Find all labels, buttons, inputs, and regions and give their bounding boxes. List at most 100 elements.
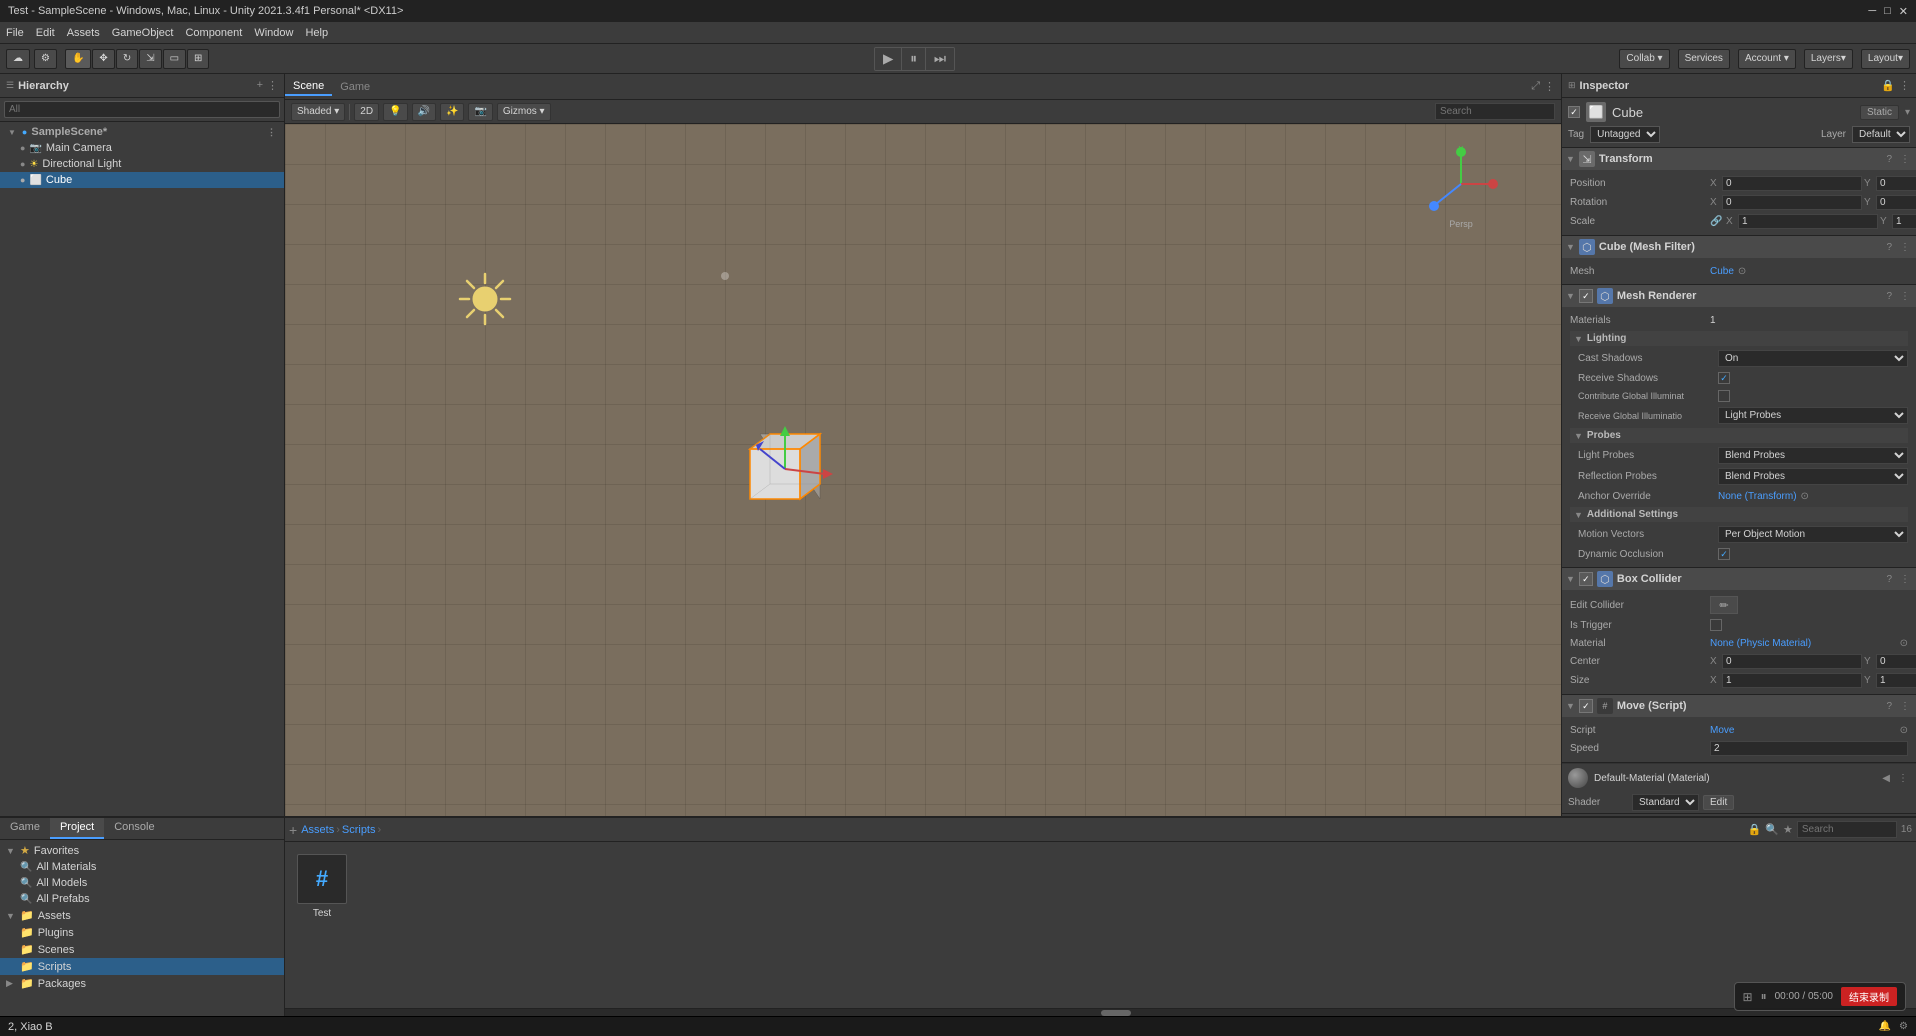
probes-subsection-header[interactable]: ▼ Probes	[1570, 428, 1908, 443]
hierarchy-add-icon[interactable]: +	[257, 79, 263, 92]
menu-gameobject[interactable]: GameObject	[112, 27, 174, 39]
receive-shadows-checkbox[interactable]: ✓	[1718, 372, 1730, 384]
menu-component[interactable]: Component	[185, 27, 242, 39]
menu-window[interactable]: Window	[254, 27, 293, 39]
rot-y-input[interactable]	[1876, 195, 1916, 210]
mesh-renderer-enable-checkbox[interactable]: ✓	[1579, 289, 1593, 303]
center-x-input[interactable]	[1722, 654, 1862, 669]
scale-y-input[interactable]	[1892, 214, 1916, 229]
game-tab-bottom[interactable]: Game	[0, 818, 50, 839]
packages-item[interactable]: ▶ 📁 Packages	[0, 975, 284, 992]
account-btn[interactable]: ☁	[6, 49, 30, 69]
pos-x-input[interactable]	[1722, 176, 1862, 191]
collab-btn[interactable]: Collab ▾	[1619, 49, 1669, 69]
object-active-checkbox[interactable]: ✓	[1568, 106, 1580, 118]
breadcrumb-scripts[interactable]: Scripts	[342, 824, 376, 836]
mesh-renderer-header[interactable]: ▼ ✓ ⬡ Mesh Renderer ? ⋮	[1562, 285, 1916, 307]
all-models-item[interactable]: 🔍 All Models	[0, 875, 284, 891]
scene-maximize-icon[interactable]: ⤢	[1531, 80, 1540, 93]
lighting-btn[interactable]: 💡	[383, 103, 407, 121]
add-asset-btn[interactable]: +	[289, 822, 297, 838]
console-tab-bottom[interactable]: Console	[104, 818, 164, 839]
hierarchy-search-input[interactable]	[4, 101, 280, 118]
account-dropdown[interactable]: Account ▾	[1738, 49, 1796, 69]
asset-scrollbar[interactable]	[285, 1008, 1916, 1016]
transform-tool[interactable]: ⊞	[187, 49, 209, 69]
play-button[interactable]: ▶	[875, 48, 902, 70]
material-expand-icon[interactable]: ◀	[1882, 773, 1890, 784]
menu-file[interactable]: File	[6, 27, 24, 39]
box-collider-options-btn[interactable]: ⋮	[1898, 573, 1912, 586]
plugins-item[interactable]: 📁 Plugins	[0, 924, 284, 941]
move-script-enable-checkbox[interactable]: ✓	[1579, 699, 1593, 713]
reflection-probes-select[interactable]: Blend Probes	[1718, 468, 1908, 485]
project-tab-bottom[interactable]: Project	[50, 818, 104, 839]
hierarchy-item-directional-light[interactable]: ● ☀ Directional Light	[0, 156, 284, 172]
move-script-info-btn[interactable]: ?	[1884, 700, 1894, 713]
move-script-options-btn[interactable]: ⋮	[1898, 700, 1912, 713]
mesh-renderer-options-btn[interactable]: ⋮	[1898, 290, 1912, 303]
script-select-icon[interactable]: ⊙	[1900, 725, 1908, 736]
mesh-filter-info-btn[interactable]: ?	[1884, 241, 1894, 254]
scripts-item[interactable]: 📁 Scripts	[0, 958, 284, 975]
gizmos-btn[interactable]: Gizmos ▾	[497, 103, 551, 121]
contrib-gi-checkbox[interactable]	[1718, 390, 1730, 402]
notification-icon[interactable]: 🔔	[1879, 1021, 1891, 1032]
draw-mode-btn[interactable]: Shaded ▾	[291, 103, 345, 121]
mesh-renderer-info-btn[interactable]: ?	[1884, 290, 1894, 303]
rot-x-input[interactable]	[1722, 195, 1862, 210]
minimize-btn[interactable]: ─	[1868, 5, 1876, 18]
lock-icon[interactable]: 🔒	[1748, 823, 1762, 836]
receive-gi-select[interactable]: Light Probes	[1718, 407, 1908, 424]
settings-icon-status[interactable]: ⚙	[1899, 1021, 1908, 1032]
box-collider-info-btn[interactable]: ?	[1884, 573, 1894, 586]
pause-button[interactable]: ⏸	[902, 48, 926, 70]
scene-gizmo[interactable]: Y X Z Persp	[1421, 144, 1501, 224]
mesh-filter-options-btn[interactable]: ⋮	[1898, 241, 1912, 254]
hierarchy-item-samplescene[interactable]: ▼ ● SampleScene* ⋮	[0, 124, 284, 140]
hierarchy-item-main-camera[interactable]: ● 📷 Main Camera	[0, 140, 284, 156]
star-icon-asset[interactable]: ★	[1783, 823, 1793, 836]
scene-view[interactable]: Y X Z Persp	[285, 124, 1561, 816]
layers-dropdown[interactable]: Layers ▾	[1804, 49, 1853, 69]
assets-folder-item[interactable]: ▼ 📁 Assets	[0, 907, 284, 924]
inspector-lock-icon[interactable]: 🔒	[1881, 79, 1895, 92]
size-y-input[interactable]	[1876, 673, 1916, 688]
hierarchy-options-icon[interactable]: ⋮	[267, 79, 278, 92]
game-tab[interactable]: Game	[332, 78, 378, 96]
is-trigger-checkbox[interactable]	[1710, 619, 1722, 631]
tag-select[interactable]: Untagged	[1590, 126, 1660, 143]
cloud-btn[interactable]: ⚙	[34, 49, 57, 69]
transform-info-btn[interactable]: ?	[1884, 153, 1894, 166]
material-options-btn[interactable]: ⋮	[1896, 772, 1910, 785]
fx-btn[interactable]: ✨	[440, 103, 464, 121]
menu-edit[interactable]: Edit	[36, 27, 55, 39]
audio-btn[interactable]: 🔊	[412, 103, 436, 121]
stop-recording-btn[interactable]: 结束录制	[1841, 987, 1897, 1006]
additional-settings-header[interactable]: ▼ Additional Settings	[1570, 507, 1908, 522]
step-button[interactable]: ⏭	[926, 48, 954, 70]
2d-toggle[interactable]: 2D	[354, 103, 379, 121]
object-icon[interactable]: ⬜	[1586, 102, 1606, 122]
menu-help[interactable]: Help	[305, 27, 328, 39]
mesh-value[interactable]: Cube	[1710, 266, 1734, 277]
hierarchy-item-cube[interactable]: ● ⬜ Cube	[0, 172, 284, 188]
move-tool[interactable]: ✥	[92, 49, 114, 69]
size-x-input[interactable]	[1722, 673, 1862, 688]
scene-tab[interactable]: Scene	[285, 78, 332, 96]
static-dropdown[interactable]: ▾	[1905, 107, 1910, 118]
move-script-header[interactable]: ▼ ✓ # Move (Script) ? ⋮	[1562, 695, 1916, 717]
layout-dropdown[interactable]: Layout ▾	[1861, 49, 1910, 69]
rec-grid-icon[interactable]: ⊞	[1743, 990, 1753, 1004]
rec-pause-icon[interactable]: ⏸	[1761, 989, 1767, 1004]
box-collider-header[interactable]: ▼ ✓ ⬡ Box Collider ? ⋮	[1562, 568, 1916, 590]
object-name[interactable]: Cube	[1612, 105, 1854, 120]
close-btn[interactable]: ✕	[1899, 5, 1908, 18]
rect-tool[interactable]: ▭	[163, 49, 186, 69]
material-select-icon[interactable]: ⊙	[1900, 638, 1908, 649]
transform-options-btn[interactable]: ⋮	[1898, 153, 1912, 166]
scene-options[interactable]: ⋮	[267, 127, 276, 138]
asset-search-input[interactable]	[1797, 821, 1897, 838]
rotate-tool[interactable]: ↻	[116, 49, 138, 69]
mesh-select-icon[interactable]: ⊙	[1738, 266, 1746, 277]
